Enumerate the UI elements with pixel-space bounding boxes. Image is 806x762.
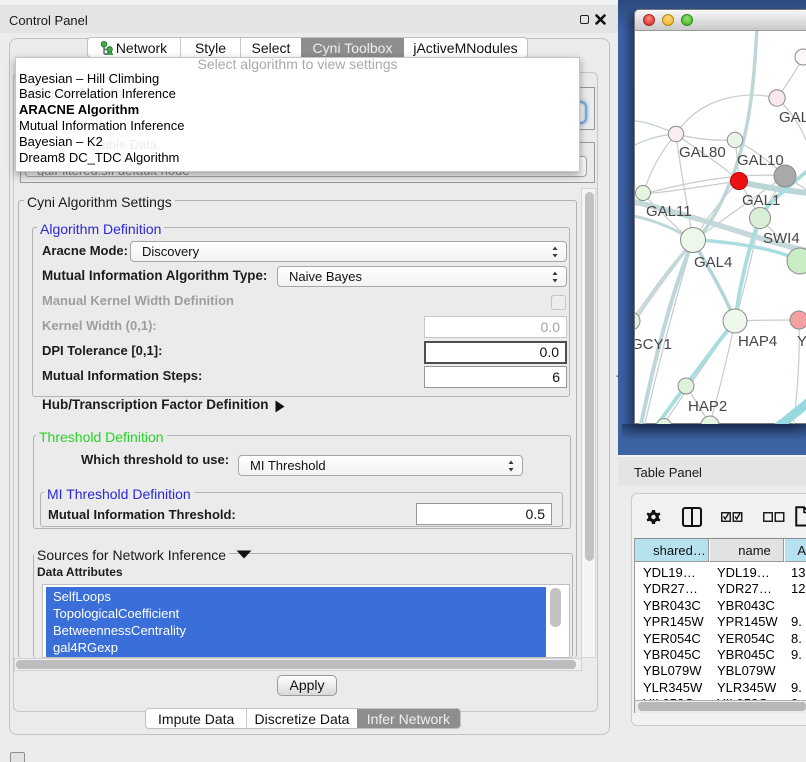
- svg-text:GAL4: GAL4: [694, 254, 732, 271]
- svg-text:GAL2: GAL2: [779, 109, 806, 126]
- svg-text:YJ: YJ: [797, 333, 806, 350]
- svg-text:GAL1: GAL1: [742, 192, 780, 209]
- svg-text:GAL11: GAL11: [646, 203, 692, 220]
- svg-text:GAL80: GAL80: [679, 144, 726, 161]
- svg-text:HAP2: HAP2: [688, 398, 727, 415]
- svg-text:SWI4: SWI4: [763, 230, 800, 247]
- svg-text:GAL10: GAL10: [737, 152, 784, 169]
- svg-text:HAP4: HAP4: [738, 333, 777, 350]
- svg-text:GCY1: GCY1: [635, 336, 672, 353]
